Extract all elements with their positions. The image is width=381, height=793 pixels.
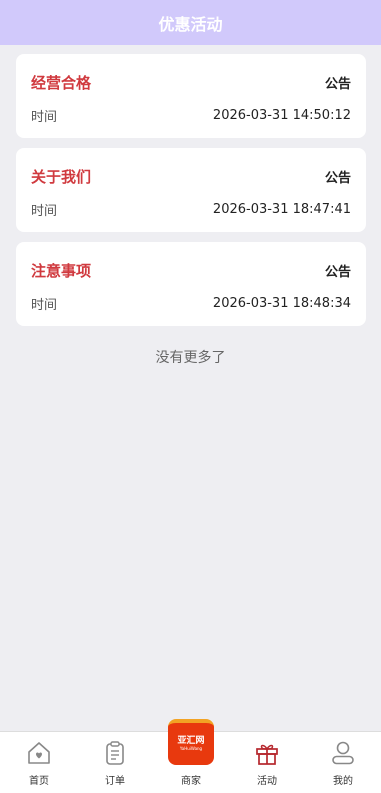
- notice-title: 关于我们: [31, 168, 92, 186]
- tab-label: 首页: [29, 776, 49, 787]
- merchant-logo-text: 亚汇网: [177, 736, 205, 746]
- tab-label: 商家: [181, 776, 201, 787]
- notice-card[interactable]: 注意事项 公告 时间 2026-03-31 18:48:34: [16, 242, 366, 326]
- notice-card[interactable]: 经营合格 公告 时间 2026-03-31 14:50:12: [16, 54, 366, 138]
- tab-activity[interactable]: 活动: [229, 732, 305, 793]
- tab-profile[interactable]: 我的: [305, 732, 381, 793]
- notice-card[interactable]: 关于我们 公告 时间 2026-03-31 18:47:41: [16, 148, 366, 232]
- home-icon: [28, 742, 50, 764]
- notice-title: 经营合格: [31, 74, 92, 92]
- clipboard-icon: [106, 741, 124, 765]
- notice-time-label: 时间: [31, 110, 58, 125]
- tab-label: 订单: [105, 776, 125, 787]
- tab-label: 活动: [257, 776, 277, 787]
- user-icon: [332, 741, 354, 765]
- notice-time: 2026-03-31 18:48:34: [212, 296, 351, 311]
- notice-type: 公告: [324, 171, 351, 186]
- notice-type: 公告: [324, 265, 351, 280]
- list-end-text: 没有更多了: [155, 350, 226, 366]
- notice-time-label: 时间: [31, 298, 58, 313]
- notice-title: 注意事项: [31, 262, 92, 280]
- tab-orders[interactable]: 订单: [77, 732, 153, 793]
- notice-time: 2026-03-31 18:47:41: [212, 202, 351, 217]
- page-header: 优惠活动: [0, 0, 381, 45]
- tab-label: 我的: [333, 776, 353, 787]
- tab-home[interactable]: 首页: [1, 732, 77, 793]
- merchant-logo[interactable]: 亚汇网 YaHuiWang: [168, 719, 214, 765]
- gift-icon: [256, 744, 278, 765]
- notice-type: 公告: [324, 77, 351, 92]
- notice-time: 2026-03-31 14:50:12: [212, 108, 351, 123]
- notice-time-label: 时间: [31, 204, 58, 219]
- page-title: 优惠活动: [158, 14, 223, 34]
- notice-list: 经营合格 公告 时间 2026-03-31 14:50:12 关于我们 公告 时…: [16, 54, 366, 336]
- merchant-logo-subtext: YaHuiWang: [179, 746, 203, 751]
